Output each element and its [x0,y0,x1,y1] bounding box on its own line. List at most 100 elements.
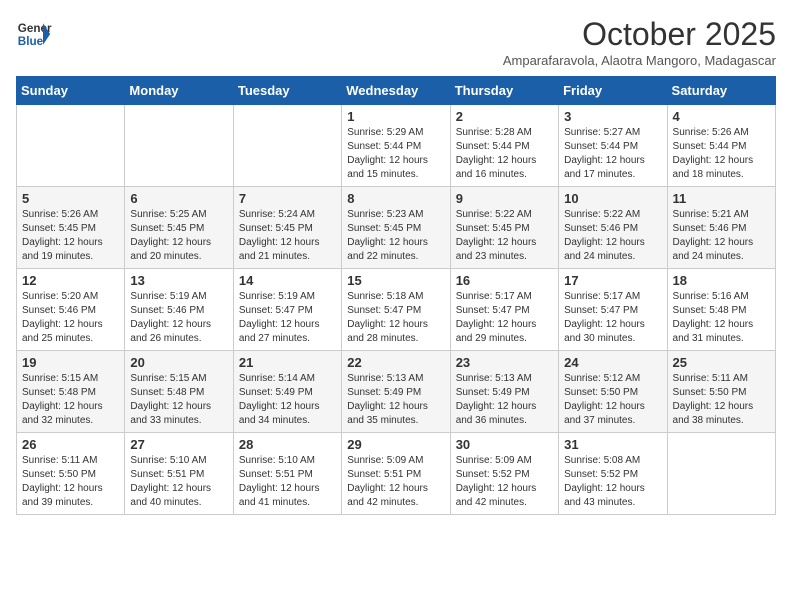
column-header-wednesday: Wednesday [342,77,450,105]
day-number: 19 [22,355,119,370]
calendar-cell: 17 Sunrise: 5:17 AM Sunset: 5:47 PM Dayli… [559,269,667,351]
calendar-cell: 16Sunrise: 5:17 AM Sunset: 5:47 PM Dayli… [450,269,558,351]
day-number: 12 [22,273,119,288]
day-info: Sunrise: 5:17 AM Sunset: 5:47 PM Dayligh… [564,290,661,346]
calendar-cell [667,433,775,515]
day-info: Sunrise: 5:11 AM Sunset: 5:50 PM Dayligh… [673,372,770,428]
day-number: 4 [673,109,770,124]
calendar-cell: 11 Sunrise: 5:21 AM Sunset: 5:46 PM Dayli… [667,187,775,269]
day-info: Sunrise: 5:18 AM Sunset: 5:47 PM Dayligh… [347,290,444,346]
day-info: Sunrise: 5:10 AM Sunset: 5:51 PM Dayligh… [130,454,227,510]
day-info: Sunrise: 5:26 AM Sunset: 5:44 PM Dayligh… [673,126,770,182]
calendar-cell: 23 Sunrise: 5:13 AM Sunset: 5:49 PM Dayli… [450,351,558,433]
calendar-cell: 21Sunrise: 5:14 AM Sunset: 5:49 PM Dayli… [233,351,341,433]
column-header-sunday: Sunday [17,77,125,105]
day-number: 18 [673,273,770,288]
day-number: 22 [347,355,444,370]
day-number: 3 [564,109,661,124]
day-number: 11 [673,191,770,206]
day-info: Sunrise: 5:13 AM Sunset: 5:49 PM Dayligh… [347,372,444,428]
day-number: 13 [130,273,227,288]
calendar-cell: 15 Sunrise: 5:18 AM Sunset: 5:47 PM Dayli… [342,269,450,351]
calendar-cell: 12 Sunrise: 5:20 AM Sunset: 5:46 PM Dayli… [17,269,125,351]
day-info: Sunrise: 5:22 AM Sunset: 5:45 PM Dayligh… [456,208,553,264]
calendar-table: SundayMondayTuesdayWednesdayThursdayFrid… [16,76,776,515]
day-info: Sunrise: 5:12 AM Sunset: 5:50 PM Dayligh… [564,372,661,428]
day-info: Sunrise: 5:11 AM Sunset: 5:50 PM Dayligh… [22,454,119,510]
calendar-cell: 26 Sunrise: 5:11 AM Sunset: 5:50 PM Dayli… [17,433,125,515]
day-info: Sunrise: 5:08 AM Sunset: 5:52 PM Dayligh… [564,454,661,510]
day-info: Sunrise: 5:27 AM Sunset: 5:44 PM Dayligh… [564,126,661,182]
day-info: Sunrise: 5:09 AM Sunset: 5:52 PM Dayligh… [456,454,553,510]
calendar-cell: 25 Sunrise: 5:11 AM Sunset: 5:50 PM Dayli… [667,351,775,433]
day-number: 31 [564,437,661,452]
day-info: Sunrise: 5:09 AM Sunset: 5:51 PM Dayligh… [347,454,444,510]
calendar-cell: 18 Sunrise: 5:16 AM Sunset: 5:48 PM Dayli… [667,269,775,351]
day-info: Sunrise: 5:22 AM Sunset: 5:46 PM Dayligh… [564,208,661,264]
day-info: Sunrise: 5:26 AM Sunset: 5:45 PM Dayligh… [22,208,119,264]
logo-icon: General Blue [16,16,52,52]
day-info: Sunrise: 5:19 AM Sunset: 5:46 PM Dayligh… [130,290,227,346]
calendar-cell: 9Sunrise: 5:22 AM Sunset: 5:45 PM Daylig… [450,187,558,269]
day-number: 26 [22,437,119,452]
day-number: 10 [564,191,661,206]
day-info: Sunrise: 5:16 AM Sunset: 5:48 PM Dayligh… [673,290,770,346]
day-number: 23 [456,355,553,370]
calendar-cell: 20Sunrise: 5:15 AM Sunset: 5:48 PM Dayli… [125,351,233,433]
day-info: Sunrise: 5:29 AM Sunset: 5:44 PM Dayligh… [347,126,444,182]
day-info: Sunrise: 5:19 AM Sunset: 5:47 PM Dayligh… [239,290,336,346]
calendar-cell: 29 Sunrise: 5:09 AM Sunset: 5:51 PM Dayli… [342,433,450,515]
day-info: Sunrise: 5:28 AM Sunset: 5:44 PM Dayligh… [456,126,553,182]
day-number: 17 [564,273,661,288]
location-subtitle: Amparafaravola, Alaotra Mangoro, Madagas… [503,53,776,68]
day-number: 2 [456,109,553,124]
day-number: 6 [130,191,227,206]
column-header-saturday: Saturday [667,77,775,105]
day-number: 24 [564,355,661,370]
day-info: Sunrise: 5:14 AM Sunset: 5:49 PM Dayligh… [239,372,336,428]
calendar-cell: 13 Sunrise: 5:19 AM Sunset: 5:46 PM Dayli… [125,269,233,351]
calendar-cell: 1Sunrise: 5:29 AM Sunset: 5:44 PM Daylig… [342,105,450,187]
column-header-thursday: Thursday [450,77,558,105]
calendar-cell [17,105,125,187]
day-info: Sunrise: 5:15 AM Sunset: 5:48 PM Dayligh… [130,372,227,428]
calendar-cell [125,105,233,187]
day-number: 29 [347,437,444,452]
day-number: 25 [673,355,770,370]
day-info: Sunrise: 5:24 AM Sunset: 5:45 PM Dayligh… [239,208,336,264]
calendar-cell: 8Sunrise: 5:23 AM Sunset: 5:45 PM Daylig… [342,187,450,269]
day-info: Sunrise: 5:23 AM Sunset: 5:45 PM Dayligh… [347,208,444,264]
calendar-cell: 5Sunrise: 5:26 AM Sunset: 5:45 PM Daylig… [17,187,125,269]
day-number: 30 [456,437,553,452]
logo: General Blue [16,16,52,52]
month-title: October 2025 [503,16,776,53]
day-info: Sunrise: 5:25 AM Sunset: 5:45 PM Dayligh… [130,208,227,264]
calendar-header-row: SundayMondayTuesdayWednesdayThursdayFrid… [17,77,776,105]
calendar-cell: 10 Sunrise: 5:22 AM Sunset: 5:46 PM Dayli… [559,187,667,269]
calendar-week-1: 1Sunrise: 5:29 AM Sunset: 5:44 PM Daylig… [17,105,776,187]
calendar-cell: 22 Sunrise: 5:13 AM Sunset: 5:49 PM Dayli… [342,351,450,433]
calendar-cell: 31 Sunrise: 5:08 AM Sunset: 5:52 PM Dayli… [559,433,667,515]
day-number: 14 [239,273,336,288]
title-block: October 2025 Amparafaravola, Alaotra Man… [503,16,776,68]
day-number: 15 [347,273,444,288]
day-info: Sunrise: 5:21 AM Sunset: 5:46 PM Dayligh… [673,208,770,264]
calendar-cell: 24 Sunrise: 5:12 AM Sunset: 5:50 PM Dayli… [559,351,667,433]
day-number: 16 [456,273,553,288]
day-info: Sunrise: 5:10 AM Sunset: 5:51 PM Dayligh… [239,454,336,510]
calendar-cell: 27Sunrise: 5:10 AM Sunset: 5:51 PM Dayli… [125,433,233,515]
calendar-cell: 7Sunrise: 5:24 AM Sunset: 5:45 PM Daylig… [233,187,341,269]
day-info: Sunrise: 5:13 AM Sunset: 5:49 PM Dayligh… [456,372,553,428]
calendar-week-2: 5Sunrise: 5:26 AM Sunset: 5:45 PM Daylig… [17,187,776,269]
calendar-week-4: 19 Sunrise: 5:15 AM Sunset: 5:48 PM Dayli… [17,351,776,433]
calendar-cell [233,105,341,187]
column-header-friday: Friday [559,77,667,105]
calendar-cell: 30 Sunrise: 5:09 AM Sunset: 5:52 PM Dayli… [450,433,558,515]
page-header: General Blue October 2025 Amparafaravola… [16,16,776,68]
calendar-cell: 19Sunrise: 5:15 AM Sunset: 5:48 PM Dayli… [17,351,125,433]
column-header-monday: Monday [125,77,233,105]
calendar-cell: 3 Sunrise: 5:27 AM Sunset: 5:44 PM Daylig… [559,105,667,187]
calendar-week-3: 12 Sunrise: 5:20 AM Sunset: 5:46 PM Dayli… [17,269,776,351]
column-header-tuesday: Tuesday [233,77,341,105]
day-info: Sunrise: 5:20 AM Sunset: 5:46 PM Dayligh… [22,290,119,346]
